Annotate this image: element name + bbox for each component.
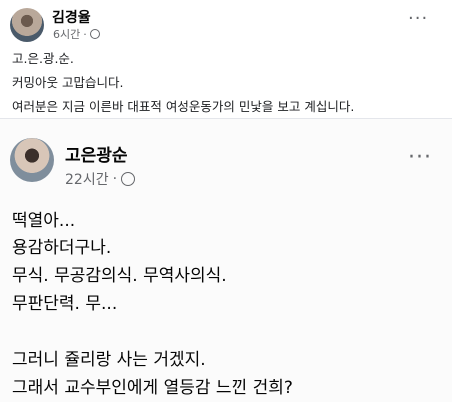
shared-author-avatar[interactable] (10, 138, 54, 182)
shared-post-card[interactable]: 고은광순 22시간 · ··· 떡열아... 용감하더구나. 무식. 무공감의식… (0, 118, 452, 402)
post-timestamp[interactable]: 6시간 · (53, 26, 100, 42)
shared-text-line: 무식. 무공감의식. 무역사의식. (12, 266, 227, 286)
more-options-icon[interactable]: ··· (408, 147, 432, 169)
shared-author-name[interactable]: 고은광순 (65, 141, 128, 166)
globe-icon (121, 172, 136, 186)
shared-text-line: 무판단력. 무... (12, 294, 118, 314)
author-name[interactable]: 김경율 (52, 7, 91, 27)
post-text-line: 고.은.광.순. (12, 51, 74, 66)
post: 김경율 6시간 · ··· 고.은.광.순. 커밍아웃 고맙습니다. 여러분은 … (0, 0, 452, 118)
post-text-line: 여러분은 지금 이른바 대표적 여성운동가의 민낯을 보고 계십니다. (12, 99, 355, 114)
shared-time-text[interactable]: 22시간 (65, 169, 109, 189)
shared-text-line: 떡열아... (12, 211, 76, 231)
shared-text-line: 그래서 교수부인에게 열등감 느낀 건희? (12, 378, 293, 398)
time-separator: · (112, 171, 118, 187)
shared-text-line: 그러니 쥴리랑 사는 거겠지. (12, 350, 206, 370)
shared-post-timestamp[interactable]: 22시간 · (65, 169, 136, 189)
shared-post-body: 고은광순 22시간 · ··· 떡열아... 용감하더구나. 무식. 무공감의식… (0, 119, 452, 402)
more-options-icon[interactable]: ··· (408, 10, 428, 28)
time-separator: · (83, 27, 87, 41)
post-text-line: 커밍아웃 고맙습니다. (12, 75, 124, 90)
shared-text-line: 용감하더구나. (12, 238, 112, 258)
post-time-text[interactable]: 6시간 (53, 26, 80, 42)
globe-icon (89, 29, 100, 39)
author-avatar[interactable] (10, 8, 44, 42)
